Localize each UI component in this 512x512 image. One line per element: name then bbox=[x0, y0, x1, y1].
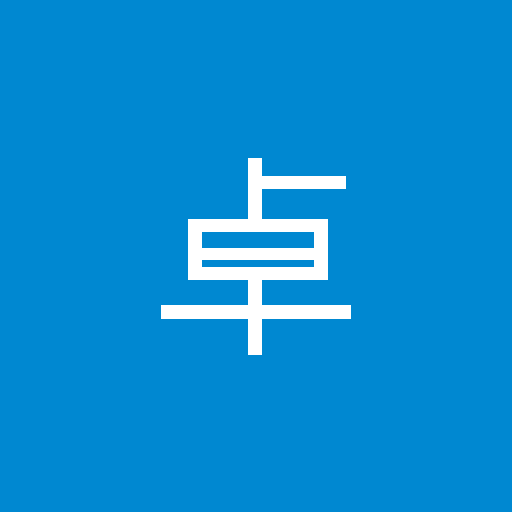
avatar-glyph-icon bbox=[0, 0, 512, 512]
avatar: 卓 bbox=[0, 0, 512, 512]
